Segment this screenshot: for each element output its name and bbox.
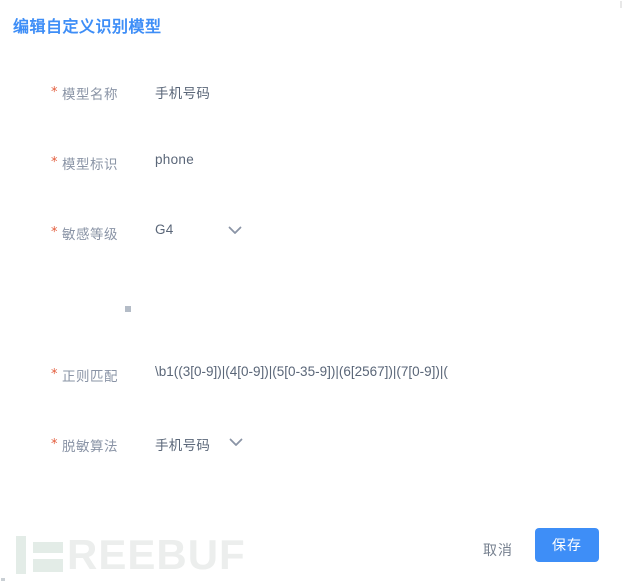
- required-asterisk: *: [51, 367, 58, 382]
- required-asterisk: *: [51, 437, 58, 452]
- chevron-down-icon[interactable]: [229, 438, 243, 447]
- select-sensitivity-level[interactable]: G4: [155, 222, 174, 237]
- input-model-identifier[interactable]: phone: [155, 152, 194, 167]
- label-model-identifier: 模型标识: [62, 157, 118, 172]
- form-row-regex: * 正则匹配 \b1((3[0-9])|(4[0-9])|(5[0-35-9])…: [0, 344, 623, 414]
- required-asterisk: *: [51, 225, 58, 240]
- cancel-button[interactable]: 取消: [479, 534, 517, 566]
- chevron-down-icon[interactable]: [228, 226, 242, 235]
- select-masking-algorithm[interactable]: 手机号码: [155, 434, 210, 454]
- stray-marker: [125, 306, 131, 312]
- label-model-name: 模型名称: [62, 87, 118, 102]
- save-button[interactable]: 保存: [535, 528, 599, 562]
- edit-model-form: * 模型名称 手机号码 * 模型标识 phone * 敏感等级 G4 * 正则匹…: [0, 62, 623, 484]
- form-row-masking-algorithm: * 脱敏算法 手机号码: [0, 414, 623, 484]
- form-row-model-identifier: * 模型标识 phone: [0, 132, 623, 202]
- label-masking-algorithm: 脱敏算法: [62, 439, 118, 454]
- page-title: 编辑自定义识别模型: [13, 19, 162, 36]
- dialog-footer: 取消 保存: [0, 520, 623, 586]
- input-regex[interactable]: \b1((3[0-9])|(4[0-9])|(5[0-35-9])|(6[256…: [155, 364, 448, 379]
- label-sensitivity-level: 敏感等级: [62, 227, 118, 242]
- label-regex: 正则匹配: [62, 369, 118, 384]
- dialog-panel: 编辑自定义识别模型 * 模型名称 手机号码 * 模型标识 phone * 敏感等…: [0, 0, 623, 586]
- input-model-name[interactable]: 手机号码: [155, 82, 210, 102]
- required-asterisk: *: [51, 85, 58, 100]
- required-asterisk: *: [51, 155, 58, 170]
- form-row-sensitivity-level: * 敏感等级 G4: [0, 202, 623, 272]
- edge-artifact-top-right: [620, 1, 622, 8]
- form-row-model-name: * 模型名称 手机号码: [0, 62, 623, 132]
- form-row-spacer: [0, 272, 623, 344]
